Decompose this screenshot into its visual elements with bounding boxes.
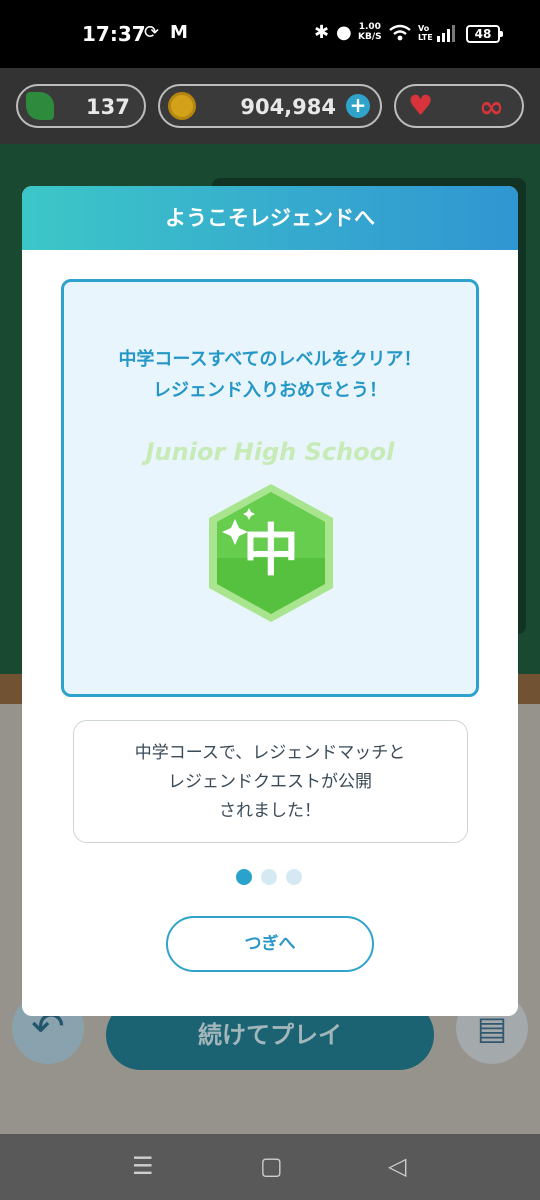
junior-high-badge: 中 — [201, 478, 341, 628]
hearts-value: ∞ — [479, 90, 504, 125]
page-dot-2[interactable] — [261, 869, 277, 885]
back-nav-icon[interactable]: ◁ — [388, 1152, 406, 1180]
coin-icon — [168, 92, 196, 120]
coins-value: 904,984 — [240, 95, 336, 119]
battery-indicator: 48 — [466, 25, 503, 43]
leaves-value: 137 — [86, 95, 130, 119]
volte-indicator: Vo LTE — [418, 24, 433, 42]
modal-title: ようこそレジェンドへ — [22, 186, 518, 250]
unlock-info-line3: されました！ — [219, 801, 321, 821]
heart-icon: ♥ — [408, 89, 434, 122]
currency-bar: 137 904,984 + ♥ ∞ — [0, 68, 540, 144]
leaves-counter[interactable]: 137 — [16, 84, 146, 128]
sync-icon: ⟳ — [144, 22, 160, 43]
unlock-info-line1: 中学コースで、レジェンドマッチと — [134, 743, 406, 763]
coins-counter[interactable]: 904,984 + — [158, 84, 382, 128]
page-dot-3[interactable] — [286, 869, 302, 885]
hearts-counter[interactable]: ♥ ∞ — [394, 84, 524, 128]
badge-caption: Junior High School — [145, 438, 395, 466]
system-navigation-bar: ☰ ▢ ◁ — [0, 1134, 540, 1200]
recents-icon[interactable]: ☰ — [132, 1152, 154, 1180]
achievement-card: 中学コースすべてのレベルをクリア！ レジェンド入りおめでとう！ Junior H… — [61, 279, 479, 697]
badge-character: 中 — [243, 519, 299, 584]
next-button[interactable]: つぎへ — [166, 916, 374, 972]
pagination-dots — [236, 869, 306, 887]
home-icon[interactable]: ▢ — [260, 1152, 283, 1180]
legend-welcome-modal: ようこそレジェンドへ 中学コースすべてのレベルをクリア！ レジェンド入りおめでと… — [22, 186, 518, 1016]
status-time: 17:37 — [82, 22, 146, 46]
signal-icon — [437, 25, 455, 42]
network-speed-value: 1.00 — [358, 22, 381, 32]
status-bar: 17:37 ⟳ M ✱ ● 1.00 KB/S Vo LTE 48 — [0, 0, 540, 68]
achievement-message-line1: 中学コースすべてのレベルをクリア！ — [118, 349, 422, 370]
lte-label: LTE — [418, 33, 433, 42]
location-icon: ● — [336, 22, 352, 43]
achievement-message: 中学コースすべてのレベルをクリア！ レジェンド入りおめでとう！ — [64, 344, 476, 406]
network-speed: 1.00 KB/S — [358, 22, 382, 42]
unlock-info-text: 中学コースで、レジェンドマッチと レジェンドクエストが公開 されました！ — [74, 739, 466, 826]
page-dot-1[interactable] — [236, 869, 252, 885]
unlock-info-line2: レジェンドクエストが公開 — [168, 772, 372, 792]
volte-label: Vo — [418, 24, 430, 33]
wifi-icon — [389, 24, 411, 41]
network-speed-unit: KB/S — [358, 32, 382, 42]
gmail-icon: M — [170, 22, 188, 43]
achievement-message-line2: レジェンド入りおめでとう！ — [153, 380, 387, 401]
unlock-info-box: 中学コースで、レジェンドマッチと レジェンドクエストが公開 されました！ — [73, 720, 468, 843]
bluetooth-icon: ✱ — [314, 22, 330, 43]
leaf-icon — [26, 92, 54, 120]
add-coins-button[interactable]: + — [346, 94, 370, 118]
